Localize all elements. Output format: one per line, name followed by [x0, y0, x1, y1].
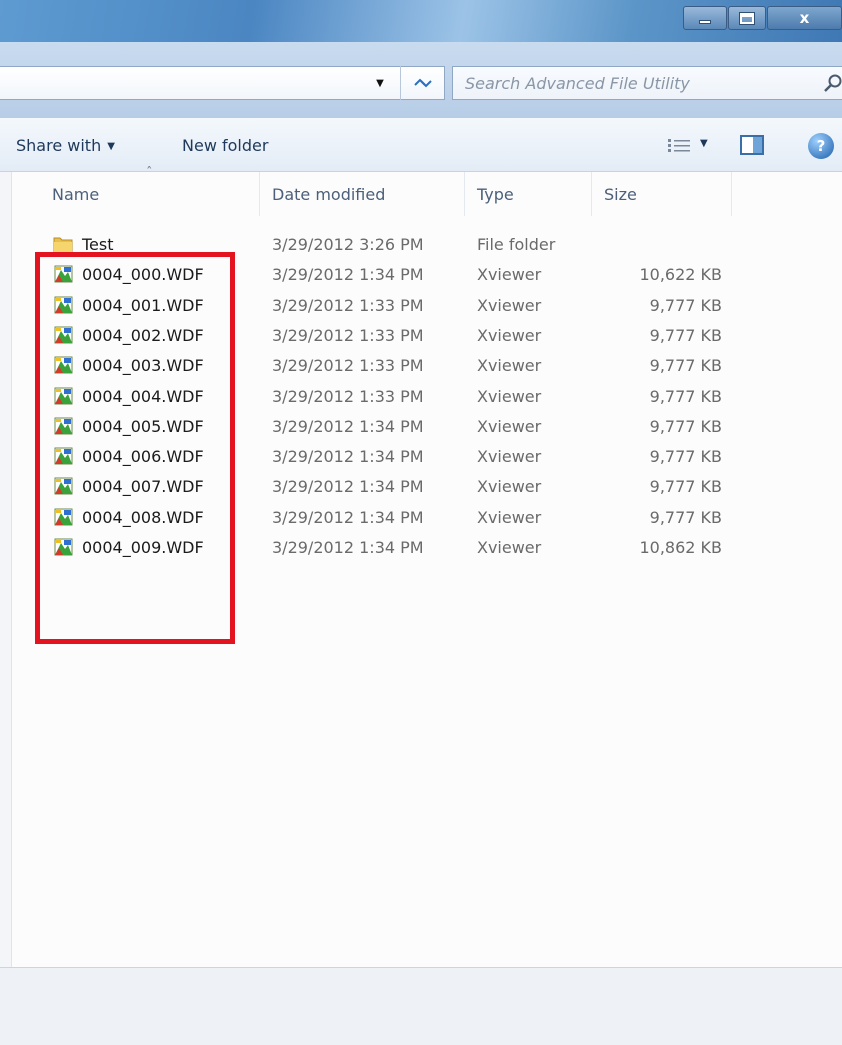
file-size: 9,777 KB	[649, 356, 722, 376]
maximize-icon	[739, 11, 755, 25]
search-placeholder: Search Advanced File Utility	[465, 74, 690, 93]
file-type: Xviewer	[477, 386, 542, 406]
minimize-icon	[699, 20, 711, 24]
file-date-modified: 3/29/2012 1:34 PM	[272, 416, 424, 436]
chevron-down-icon: ▼	[376, 77, 384, 89]
column-header-type[interactable]: Type	[465, 172, 592, 216]
column-header-size[interactable]: Size	[592, 172, 732, 216]
file-date-modified: 3/29/2012 1:34 PM	[272, 538, 424, 557]
file-date-modified: 3/29/2012 1:33 PM	[272, 386, 424, 406]
file-size: 9,777 KB	[649, 386, 722, 406]
help-glyph: ?	[816, 137, 826, 155]
file-type: Xviewer	[477, 477, 542, 497]
file-type: Xviewer	[477, 507, 542, 527]
views-icon[interactable]	[668, 138, 690, 154]
new-folder-button[interactable]: New folder	[182, 136, 268, 155]
file-size: 9,777 KB	[649, 416, 722, 436]
column-name-label: Name	[52, 184, 100, 204]
folder-icon	[53, 237, 73, 253]
file-size: 9,777 KB	[649, 325, 722, 345]
close-icon: x	[799, 9, 810, 27]
details-pane	[0, 967, 842, 1045]
file-date-modified: 3/29/2012 1:33 PM	[272, 356, 424, 376]
file-size: 10,862 KB	[639, 538, 722, 557]
preview-pane-icon[interactable]	[740, 135, 764, 155]
minimize-button[interactable]	[683, 6, 727, 30]
command-bar: Share with ▼ New folder ▼ ?	[0, 118, 842, 172]
highlight-annotation	[35, 252, 235, 644]
file-type: Xviewer	[477, 325, 542, 345]
file-date-modified: 3/29/2012 1:34 PM	[272, 507, 424, 527]
file-date-modified: 3/29/2012 1:34 PM	[272, 447, 424, 467]
share-with-label: Share with	[16, 136, 102, 155]
file-size: 9,777 KB	[649, 447, 722, 467]
help-icon[interactable]: ?	[808, 133, 834, 159]
file-type: Xviewer	[477, 538, 542, 557]
file-date-modified: 3/29/2012 1:33 PM	[272, 325, 424, 345]
file-type: Xviewer	[477, 356, 542, 376]
file-type: Xviewer	[477, 416, 542, 436]
file-date-modified: 3/29/2012 1:33 PM	[272, 295, 424, 315]
file-size: 10,622 KB	[639, 265, 722, 285]
file-type: Xviewer	[477, 265, 542, 285]
file-size: 9,777 KB	[649, 507, 722, 527]
views-dropdown-icon[interactable]: ▼	[700, 138, 708, 149]
navigation-pane[interactable]	[0, 172, 12, 967]
refresh-icon	[413, 78, 432, 88]
close-button[interactable]: x	[767, 6, 842, 30]
search-icon[interactable]	[823, 73, 842, 93]
search-input[interactable]: Search Advanced File Utility	[452, 66, 842, 100]
file-date-modified: 3/29/2012 3:26 PM	[272, 235, 424, 254]
file-type: Xviewer	[477, 447, 542, 467]
column-type-label: Type	[477, 184, 514, 204]
file-date-modified: 3/29/2012 1:34 PM	[272, 265, 424, 285]
address-history-button[interactable]: ▼	[362, 66, 398, 100]
maximize-button[interactable]	[728, 6, 766, 30]
file-type: Xviewer	[477, 295, 542, 315]
column-date-label: Date modified	[272, 184, 386, 204]
column-size-label: Size	[604, 184, 637, 204]
sort-ascending-icon: ˆ	[146, 166, 153, 181]
chevron-down-icon: ▼	[107, 141, 115, 152]
address-bar: ▼ Search Advanced File Utility	[0, 42, 842, 118]
file-size: 9,777 KB	[649, 477, 722, 497]
column-header-date[interactable]: Date modified	[260, 172, 465, 216]
title-bar[interactable]: x	[0, 0, 842, 42]
file-size: 9,777 KB	[649, 295, 722, 315]
share-with-button[interactable]: Share with ▼	[16, 136, 115, 155]
file-date-modified: 3/29/2012 1:34 PM	[272, 477, 424, 497]
refresh-button[interactable]	[400, 66, 444, 100]
file-type: File folder	[477, 235, 556, 254]
file-list: Name Date modified Type Size Test 3/29/20…	[12, 172, 842, 967]
